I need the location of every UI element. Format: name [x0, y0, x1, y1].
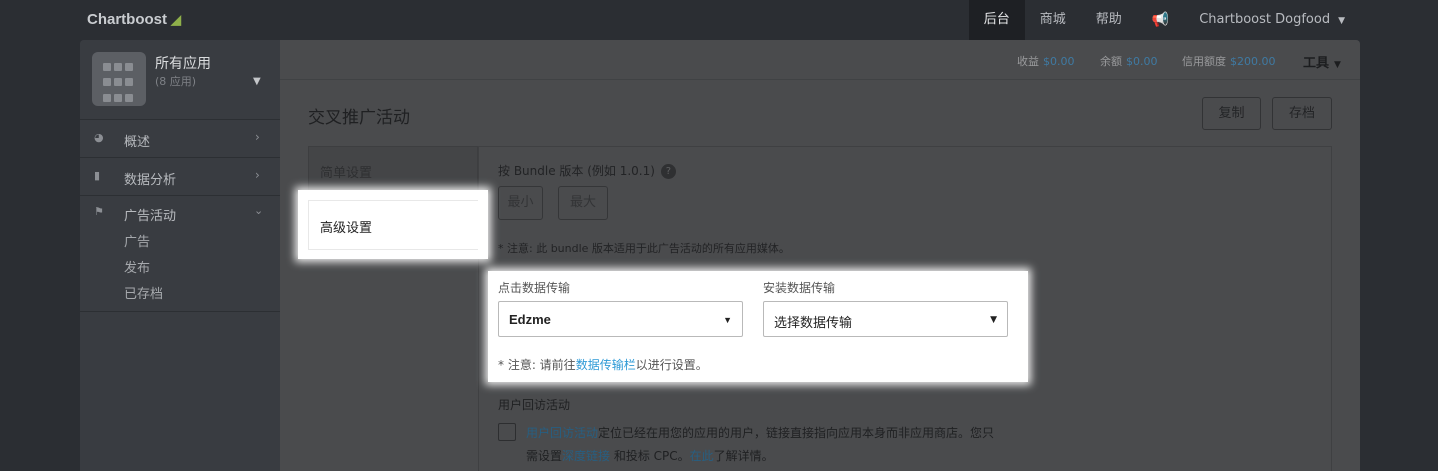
- retargeting-description-line2: 需设置深度链接 和投标 CPC。在此了解详情。: [526, 449, 774, 463]
- click-transfer-label: 点击数据传输: [498, 281, 571, 295]
- tab-advanced-settings[interactable]: 高级设置: [308, 200, 478, 250]
- deep-link-link[interactable]: 深度链接: [562, 449, 610, 463]
- tab-simple-settings[interactable]: 简单设置: [308, 146, 478, 192]
- nav-store[interactable]: 商城: [1025, 0, 1081, 40]
- tools-menu[interactable]: 工具 ▼: [1303, 52, 1341, 71]
- page-title: 交叉推广活动: [308, 108, 410, 128]
- data-transfer-link[interactable]: 数据传输栏: [576, 358, 636, 372]
- bundle-version-label: 按 Bundle 版本 (例如 1.0.1)?: [498, 162, 676, 179]
- chevron-down-icon: ⌄: [254, 204, 264, 217]
- install-transfer-select[interactable]: 选择数据传输 ▼: [763, 301, 1008, 337]
- brand-name: Chartboost: [87, 11, 167, 28]
- app-selector-name: 所有应用: [155, 56, 211, 72]
- retargeting-link[interactable]: 用户回访活动: [526, 426, 598, 440]
- bundle-min-input[interactable]: 最小: [498, 186, 543, 220]
- sidebar-item-label: 概述: [124, 135, 151, 150]
- nav-help[interactable]: 帮助: [1081, 0, 1137, 40]
- bar-chart-icon: ▮: [94, 169, 101, 182]
- retargeting-checkbox[interactable]: [498, 423, 516, 441]
- app-selector[interactable]: 所有应用 (8 应用) ▼: [80, 40, 280, 120]
- sidebar-item-analytics[interactable]: ▮ 数据分析 ›: [80, 158, 280, 196]
- megaphone-icon[interactable]: 📢: [1137, 0, 1184, 40]
- sidebar-subitem-archived[interactable]: 已存档: [124, 283, 163, 302]
- app-frame: 所有应用 (8 应用) ▼ ◕ 概述 › ▮ 数据分析 › ⚑ 广告活动 ⌄ 广…: [80, 40, 1360, 471]
- sidebar: 所有应用 (8 应用) ▼ ◕ 概述 › ▮ 数据分析 › ⚑ 广告活动 ⌄ 广…: [80, 40, 280, 471]
- chevron-down-icon: ▼: [990, 315, 997, 325]
- retargeting-description-line1: 用户回访活动定位已经在用您的应用的用户，链接直接指向应用本身而非应用商店。您只: [526, 426, 995, 440]
- chevron-down-icon: ▼: [1334, 60, 1341, 70]
- leaf-icon: ◢: [171, 12, 181, 27]
- chevron-right-icon: ›: [255, 130, 260, 144]
- retargeting-title: 用户回访活动: [498, 398, 571, 412]
- chevron-down-icon: ▼: [1338, 16, 1345, 26]
- main-content: 收益 $0.00 余额 $0.00 信用额度 $200.00 工具 ▼ 交叉推广活动 复…: [280, 40, 1360, 471]
- apps-grid-icon: [92, 52, 146, 106]
- sidebar-subitem-publish[interactable]: 发布: [124, 257, 150, 276]
- nav-dashboard[interactable]: 后台: [968, 0, 1025, 40]
- chevron-down-icon: ▼: [253, 76, 261, 87]
- sidebar-item-overview[interactable]: ◕ 概述 ›: [80, 120, 280, 158]
- flag-icon: ⚑: [94, 205, 104, 218]
- learn-more-link[interactable]: 在此: [690, 449, 714, 463]
- account-menu[interactable]: Chartboost Dogfood ▼: [1184, 0, 1360, 40]
- bundle-max-input[interactable]: 最大: [558, 186, 608, 220]
- sidebar-group-campaigns: ⚑ 广告活动 ⌄ 广告 发布 已存档: [80, 196, 280, 312]
- top-nav: 后台 商城 帮助 📢 Chartboost Dogfood ▼: [968, 0, 1360, 40]
- earnings-stat: 收益 $0.00: [1017, 55, 1075, 68]
- help-icon[interactable]: ?: [660, 164, 676, 179]
- pie-chart-icon: ◕: [94, 131, 104, 144]
- top-bar: Chartboost ◢ 后台 商城 帮助 📢 Chartboost Dogfoo…: [0, 0, 1438, 40]
- install-transfer-label: 安装数据传输: [763, 281, 836, 295]
- chevron-down-icon: ▼: [723, 315, 732, 325]
- sidebar-subitem-ads[interactable]: 广告: [124, 231, 150, 250]
- brand-logo[interactable]: Chartboost ◢: [87, 11, 181, 28]
- sidebar-item-campaigns[interactable]: 广告活动: [124, 205, 176, 224]
- install-transfer-value: 选择数据传输: [774, 316, 853, 331]
- account-name: Chartboost Dogfood: [1199, 12, 1331, 27]
- app-selector-count: (8 应用): [155, 75, 197, 88]
- data-transfer-note: * 注意: 请前往数据传输栏以进行设置。: [498, 358, 708, 372]
- credit-stat: 信用额度 $200.00: [1182, 55, 1276, 68]
- stats-bar: 收益 $0.00 余额 $0.00 信用额度 $200.00 工具 ▼: [280, 40, 1360, 80]
- bundle-note: * 注意: 此 bundle 版本适用于此广告活动的所有应用媒体。: [498, 242, 790, 255]
- chevron-right-icon: ›: [255, 168, 260, 182]
- balance-stat: 余额 $0.00: [1100, 55, 1158, 68]
- archive-button[interactable]: 存档: [1272, 97, 1332, 130]
- click-transfer-value: Edzme: [509, 312, 551, 327]
- sidebar-item-label: 数据分析: [124, 173, 177, 188]
- duplicate-button[interactable]: 复制: [1202, 97, 1261, 130]
- click-transfer-select[interactable]: Edzme ▼: [498, 301, 743, 337]
